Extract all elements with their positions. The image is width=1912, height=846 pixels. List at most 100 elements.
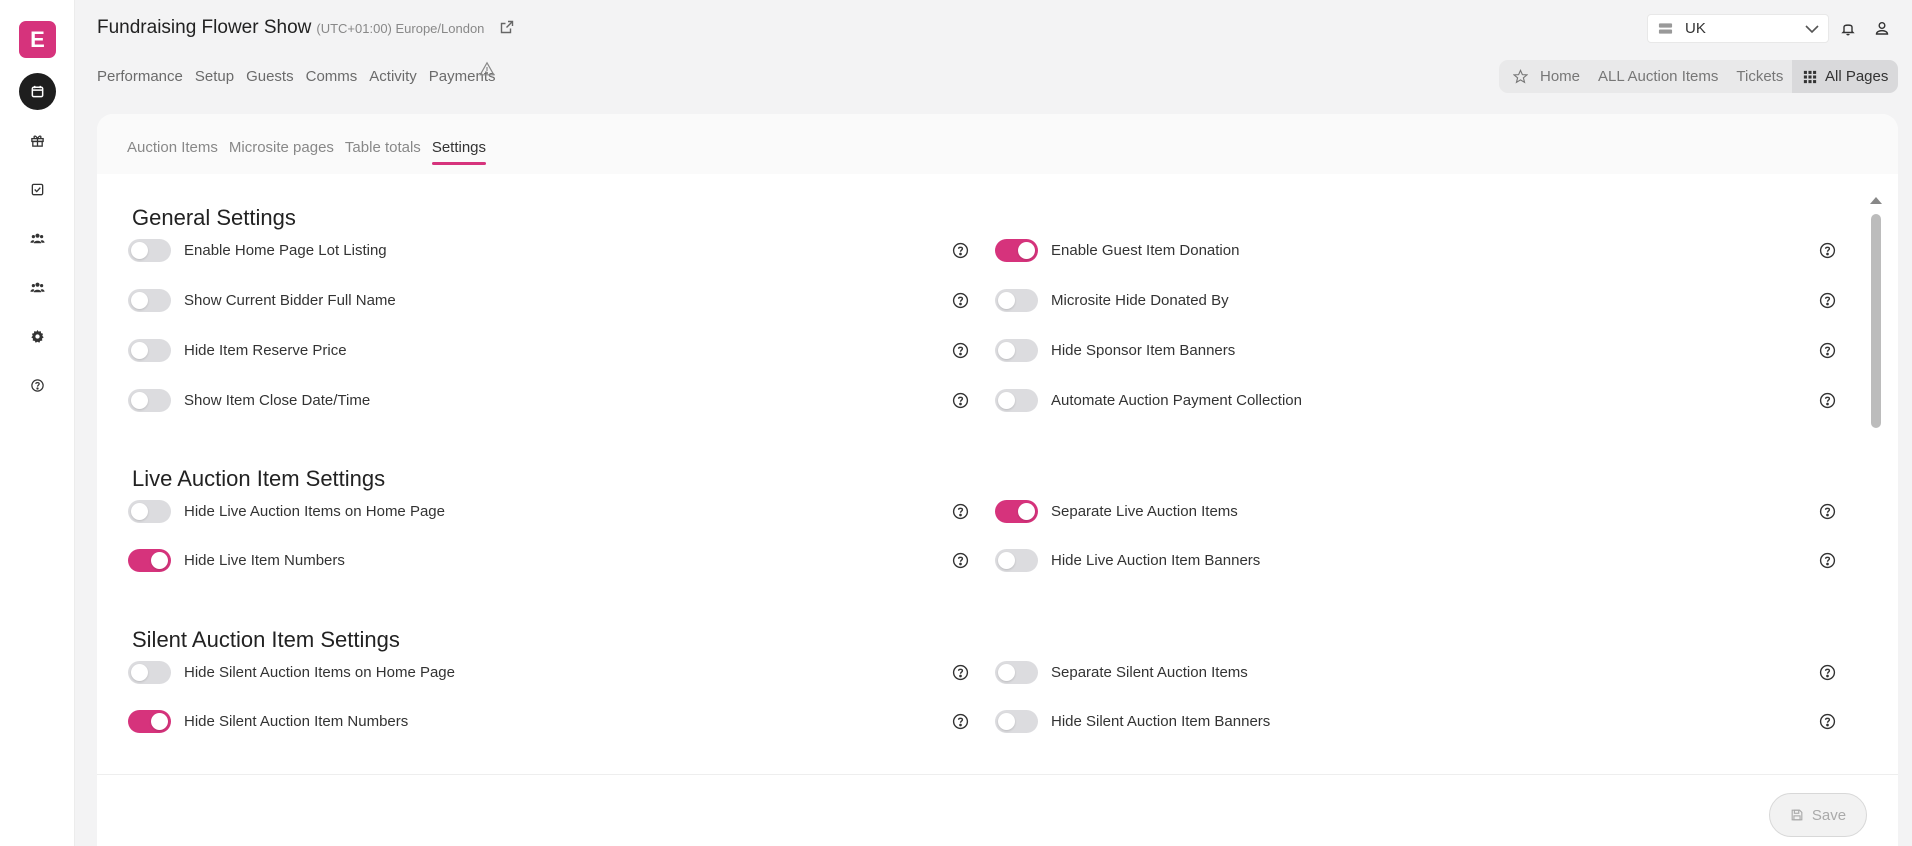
main-nav: Performance Setup Guests Comms Activity …	[97, 68, 508, 85]
app-logo[interactable]: E	[19, 21, 56, 58]
setting-label: Show Current Bidder Full Name	[184, 291, 396, 309]
gift-icon[interactable]	[19, 122, 56, 159]
setting-row-hide-live-item-numbers: Hide Live Item Numbers	[128, 548, 345, 572]
event-timezone: (UTC+01:00) Europe/London	[316, 21, 485, 36]
toggle-knob	[1018, 502, 1035, 520]
setting-label: Microsite Hide Donated By	[1051, 291, 1229, 309]
checklist-icon[interactable]	[19, 171, 56, 208]
help-icon[interactable]	[19, 367, 56, 404]
region-label: UK	[1685, 20, 1706, 37]
setting-row-show-current-bidder-full-name: Show Current Bidder Full Name	[128, 288, 396, 312]
setting-row-enable-guest-item-donation: Enable Guest Item Donation	[995, 238, 1239, 262]
section-title-silent: Silent Auction Item Settings	[132, 627, 400, 652]
setting-row-hide-silent-auction-items-on-home-page: Hide Silent Auction Items on Home Page	[128, 660, 455, 684]
page-link-home[interactable]: Home	[1540, 68, 1580, 85]
save-label: Save	[1811, 806, 1847, 824]
grid-icon	[1803, 70, 1817, 83]
help-circle-icon[interactable]	[1819, 342, 1836, 359]
toggle-switch[interactable]	[128, 388, 171, 412]
external-link-icon[interactable]	[499, 19, 515, 35]
setting-label: Automate Auction Payment Collection	[1051, 391, 1302, 409]
tab-table-totals[interactable]: Table totals	[345, 139, 421, 156]
event-header: Fundraising Flower Show (UTC+01:00) Euro…	[97, 17, 515, 39]
help-circle-icon[interactable]	[952, 664, 969, 681]
toggle-switch[interactable]	[128, 548, 171, 572]
calendar-icon[interactable]	[19, 73, 56, 110]
save-icon	[1791, 809, 1803, 821]
tab-settings[interactable]: Settings	[431, 139, 487, 165]
page-link-tickets[interactable]: Tickets	[1736, 68, 1783, 85]
help-circle-icon[interactable]	[952, 292, 969, 309]
chevron-down-icon	[1805, 25, 1819, 34]
setting-label: Hide Silent Auction Item Banners	[1051, 712, 1271, 730]
tab-auction-items[interactable]: Auction Items	[127, 139, 218, 156]
toggle-knob	[151, 551, 168, 569]
save-button[interactable]: Save	[1769, 793, 1867, 837]
scrollbar-thumb[interactable]	[1871, 214, 1881, 428]
help-circle-icon[interactable]	[1819, 713, 1836, 730]
toggle-knob	[998, 712, 1015, 730]
toggle-switch[interactable]	[995, 660, 1038, 684]
help-circle-icon[interactable]	[1819, 242, 1836, 259]
setting-row-separate-live-auction-items: Separate Live Auction Items	[995, 499, 1238, 523]
toggle-switch[interactable]	[995, 338, 1038, 362]
team-icon[interactable]	[19, 269, 56, 306]
help-circle-icon[interactable]	[952, 342, 969, 359]
toggle-knob	[131, 341, 148, 359]
help-circle-icon[interactable]	[1819, 552, 1836, 569]
nav-comms[interactable]: Comms	[306, 68, 358, 85]
toggle-knob	[131, 663, 148, 681]
toggle-switch[interactable]	[128, 709, 171, 733]
help-circle-icon[interactable]	[1819, 292, 1836, 309]
toggle-switch[interactable]	[995, 709, 1038, 733]
card-footer: Save	[97, 774, 1898, 846]
scroll-up-arrow[interactable]	[1870, 197, 1882, 204]
help-circle-icon[interactable]	[1819, 664, 1836, 681]
all-pages-label: All Pages	[1825, 68, 1889, 85]
setting-row-hide-sponsor-item-banners: Hide Sponsor Item Banners	[995, 338, 1235, 362]
nav-setup[interactable]: Setup	[195, 68, 234, 85]
toggle-switch[interactable]	[995, 499, 1038, 523]
settings-content: General Settings Live Auction Item Setti…	[97, 174, 1898, 774]
user-icon[interactable]	[1874, 20, 1890, 36]
sidebar: E	[0, 0, 75, 846]
setting-label: Hide Sponsor Item Banners	[1051, 341, 1236, 359]
star-icon[interactable]	[1513, 69, 1528, 84]
help-circle-icon[interactable]	[952, 713, 969, 730]
guests-icon[interactable]	[19, 220, 56, 257]
toggle-knob	[998, 391, 1015, 409]
page-shortcuts-bar: Home ALL Auction Items Tickets All Pages	[1499, 60, 1898, 93]
setting-row-microsite-hide-donated-by: Microsite Hide Donated By	[995, 288, 1229, 312]
setting-row-hide-item-reserve-price: Hide Item Reserve Price	[128, 338, 347, 362]
event-title: Fundraising Flower Show	[97, 17, 312, 38]
gear-icon[interactable]	[19, 318, 56, 355]
toggle-switch[interactable]	[995, 238, 1038, 262]
toggle-knob	[131, 502, 148, 520]
setting-label: Show Item Close Date/Time	[184, 391, 371, 409]
nav-performance[interactable]: Performance	[97, 68, 183, 85]
help-circle-icon[interactable]	[952, 242, 969, 259]
nav-activity[interactable]: Activity	[369, 68, 417, 85]
help-circle-icon[interactable]	[952, 392, 969, 409]
all-pages-button[interactable]: All Pages	[1792, 60, 1898, 93]
toggle-switch[interactable]	[128, 660, 171, 684]
toggle-switch[interactable]	[128, 238, 171, 262]
help-circle-icon[interactable]	[952, 503, 969, 520]
setting-row-enable-home-page-lot-listing: Enable Home Page Lot Listing	[128, 238, 387, 262]
help-circle-icon[interactable]	[952, 552, 969, 569]
toggle-switch[interactable]	[995, 388, 1038, 412]
toggle-switch[interactable]	[128, 499, 171, 523]
help-circle-icon[interactable]	[1819, 503, 1836, 520]
tab-microsite-pages[interactable]: Microsite pages	[229, 139, 334, 156]
region-select[interactable]: UK	[1647, 14, 1829, 43]
help-circle-icon[interactable]	[1819, 392, 1836, 409]
setting-row-show-item-close-date-time: Show Item Close Date/Time	[128, 388, 370, 412]
toggle-switch[interactable]	[995, 548, 1038, 572]
toggle-switch[interactable]	[995, 288, 1038, 312]
page-link-all-auction-items[interactable]: ALL Auction Items	[1598, 68, 1718, 85]
toggle-switch[interactable]	[128, 288, 171, 312]
nav-guests[interactable]: Guests	[246, 68, 294, 85]
setting-label: Hide Item Reserve Price	[184, 341, 347, 359]
toggle-switch[interactable]	[128, 338, 171, 362]
bell-icon[interactable]	[1840, 20, 1856, 36]
